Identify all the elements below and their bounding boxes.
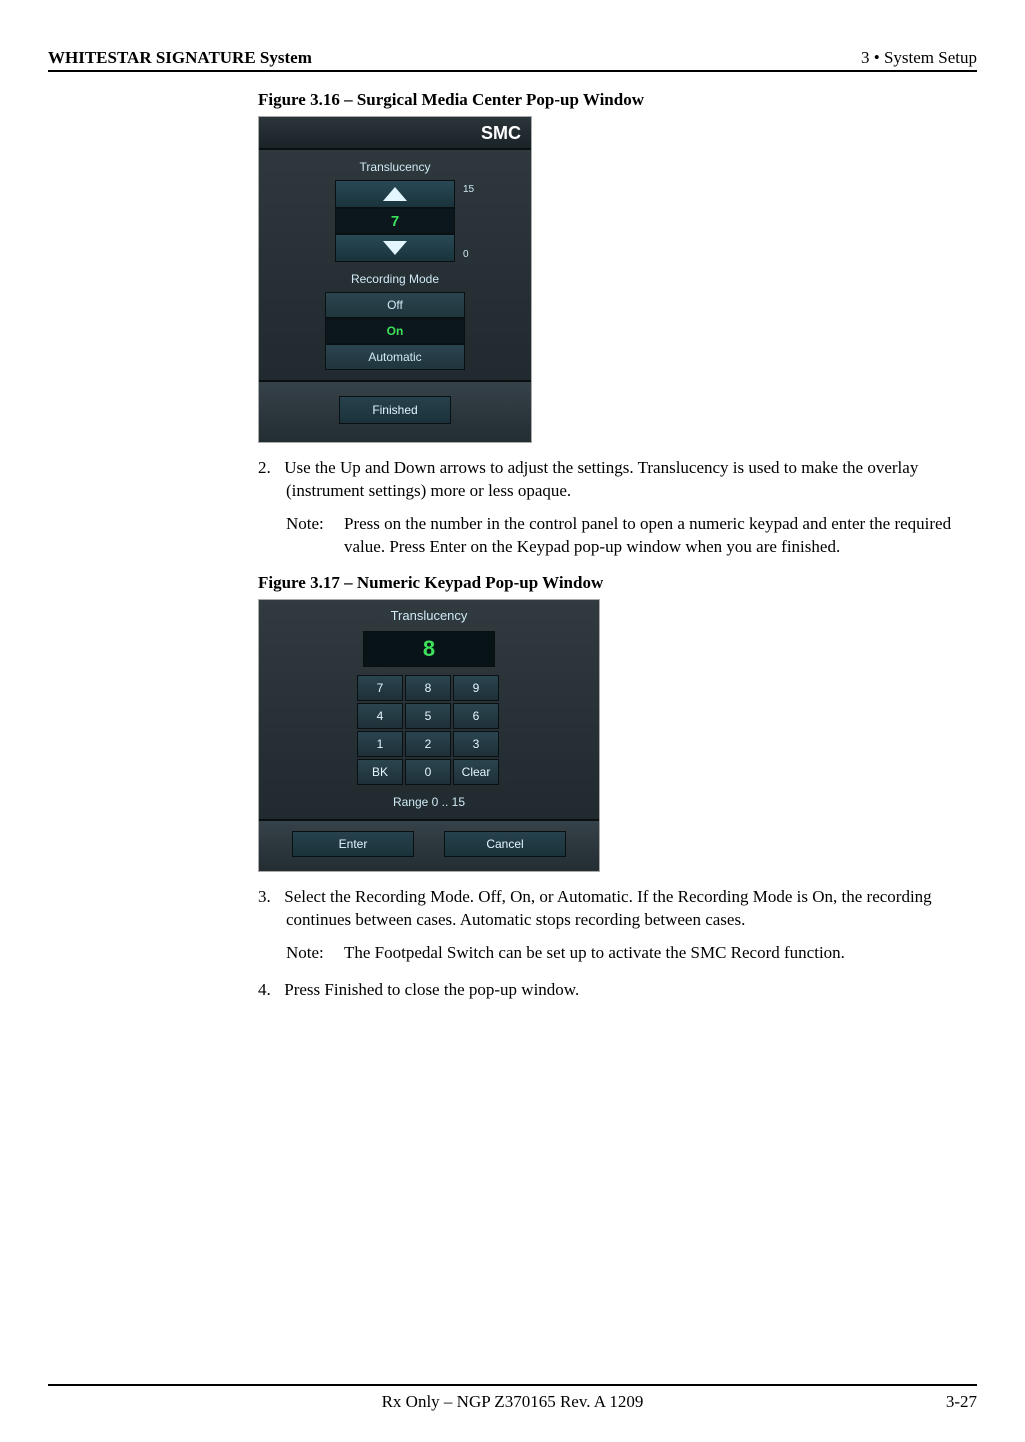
enter-button[interactable]: Enter	[292, 831, 414, 857]
step-3: 3. Select the Recording Mode. Off, On, o…	[258, 886, 977, 932]
step-3-number: 3.	[258, 886, 280, 909]
keypad-actions: Enter Cancel	[259, 819, 599, 871]
keypad-display[interactable]: 8	[363, 631, 495, 667]
footer-page-number: 3-27	[946, 1392, 977, 1412]
note-1: Note: Press on the number in the control…	[286, 513, 977, 559]
key-6[interactable]: 6	[453, 703, 499, 729]
key-1[interactable]: 1	[357, 731, 403, 757]
note-2-label: Note:	[286, 942, 344, 965]
recording-mode-label: Recording Mode	[259, 262, 531, 292]
keypad-range: Range 0 .. 15	[259, 785, 599, 819]
key-3[interactable]: 3	[453, 731, 499, 757]
step-2-text: Use the Up and Down arrows to adjust the…	[284, 458, 918, 500]
step-3-text: Select the Recording Mode. Off, On, or A…	[284, 887, 931, 929]
page-header: WHITESTAR SIGNATURE System 3 • System Se…	[48, 48, 977, 72]
note-1-label: Note:	[286, 513, 344, 559]
finished-row: Finished	[259, 380, 531, 442]
smc-title: SMC	[259, 117, 531, 150]
header-left: WHITESTAR SIGNATURE System	[48, 48, 312, 68]
step-4: 4. Press Finished to close the pop-up wi…	[258, 979, 977, 1002]
page-footer: Rx Only – NGP Z370165 Rev. A 1209 3-27	[48, 1384, 977, 1412]
key-0[interactable]: 0	[405, 759, 451, 785]
keypad-title: Translucency	[259, 600, 599, 631]
translucency-value[interactable]: 7	[335, 208, 455, 234]
note-1-text: Press on the number in the control panel…	[344, 513, 977, 559]
arrow-down-icon[interactable]	[335, 234, 455, 262]
key-7[interactable]: 7	[357, 675, 403, 701]
translucency-label: Translucency	[259, 150, 531, 180]
step-4-text: Press Finished to close the pop-up windo…	[284, 980, 579, 999]
recording-mode-list: Off On Automatic	[325, 292, 465, 370]
translucency-max: 15	[459, 184, 481, 195]
translucency-min: 0	[459, 249, 481, 260]
key-5[interactable]: 5	[405, 703, 451, 729]
figure-3-17-caption: Figure 3.17 – Numeric Keypad Pop-up Wind…	[258, 573, 977, 593]
cancel-button[interactable]: Cancel	[444, 831, 566, 857]
arrow-up-icon[interactable]	[335, 180, 455, 208]
step-4-number: 4.	[258, 979, 280, 1002]
recording-mode-automatic[interactable]: Automatic	[325, 344, 465, 370]
finished-button[interactable]: Finished	[339, 396, 451, 424]
key-bk[interactable]: BK	[357, 759, 403, 785]
step-2-number: 2.	[258, 457, 280, 480]
key-9[interactable]: 9	[453, 675, 499, 701]
keypad-grid: 7 8 9 4 5 6 1 2 3 BK 0 Clear	[357, 675, 501, 785]
recording-mode-off[interactable]: Off	[325, 292, 465, 318]
note-2-text: The Footpedal Switch can be set up to ac…	[344, 942, 977, 965]
translucency-stepper: 15 7 0	[335, 180, 455, 262]
key-4[interactable]: 4	[357, 703, 403, 729]
smc-popup: SMC Translucency 15 7 0 Recording Mode O…	[258, 116, 532, 443]
figure-3-16-caption: Figure 3.16 – Surgical Media Center Pop-…	[258, 90, 977, 110]
keypad-popup: Translucency 8 7 8 9 4 5 6 1 2 3 BK 0 Cl…	[258, 599, 600, 872]
note-2: Note: The Footpedal Switch can be set up…	[286, 942, 977, 965]
key-8[interactable]: 8	[405, 675, 451, 701]
footer-center: Rx Only – NGP Z370165 Rev. A 1209	[382, 1392, 644, 1412]
header-right: 3 • System Setup	[861, 48, 977, 68]
key-clear[interactable]: Clear	[453, 759, 499, 785]
key-2[interactable]: 2	[405, 731, 451, 757]
step-2: 2. Use the Up and Down arrows to adjust …	[258, 457, 977, 503]
recording-mode-on[interactable]: On	[325, 318, 465, 344]
